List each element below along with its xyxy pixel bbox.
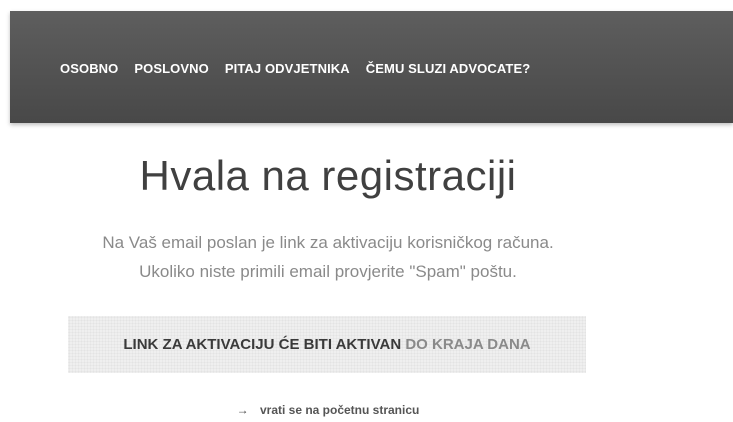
nav-item-poslovno[interactable]: POSLOVNO — [134, 61, 208, 76]
back-to-home-link[interactable]: → vrati se na početnu stranicu — [0, 403, 656, 417]
nav-item-cemu-sluzi-advocate[interactable]: ČEMU SLUZI ADVOCATE? — [366, 61, 531, 76]
nav-menu: OSOBNO POSLOVNO PITAJ ODVJETNIKA ČEMU SL… — [60, 61, 546, 76]
message-line-2: Ukoliko niste primili email provjerite "… — [139, 262, 517, 281]
back-link-label: vrati se na početnu stranicu — [259, 403, 420, 417]
arrow-right-icon: → — [236, 403, 249, 417]
confirmation-message: Na Vaš email poslan je link za aktivacij… — [0, 228, 656, 286]
banner-text-strong: LINK ZA AKTIVACIJU ĆE BITI AKTIVAN — [123, 336, 402, 353]
banner-text-light: DO KRAJA DANA — [405, 336, 531, 353]
nav-item-pitaj-odvjetnika[interactable]: PITAJ ODVJETNIKA — [225, 61, 350, 76]
nav-item-osobno[interactable]: OSOBNO — [60, 61, 118, 76]
top-navigation-bar: OSOBNO POSLOVNO PITAJ ODVJETNIKA ČEMU SL… — [10, 11, 733, 123]
activation-notice-banner: LINK ZA AKTIVACIJU ĆE BITI AKTIVAN DO KR… — [68, 316, 586, 373]
page-title: Hvala na registraciji — [139, 152, 517, 199]
page: OSOBNO POSLOVNO PITAJ ODVJETNIKA ČEMU SL… — [0, 0, 733, 422]
message-line-1: Na Vaš email poslan je link za aktivacij… — [102, 233, 554, 252]
